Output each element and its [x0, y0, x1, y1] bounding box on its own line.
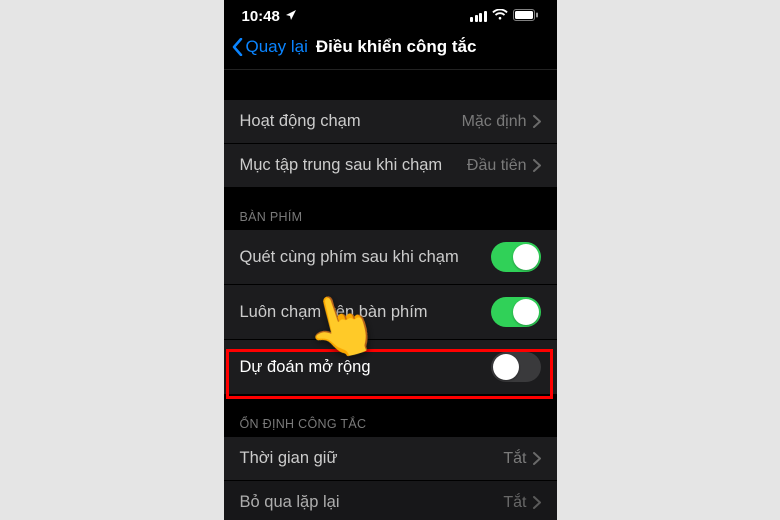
chevron-right-icon	[533, 115, 541, 128]
row-predict-expand: Dự đoán mở rộng	[224, 340, 557, 395]
row-ignore-repeat[interactable]: Bỏ qua lặp lại Tắt	[224, 481, 557, 520]
toggle-always-keyboard[interactable]	[491, 297, 541, 327]
row-value: Tắt	[503, 494, 540, 512]
section-header-stabilize: ỔN ĐỊNH CÔNG TẮC	[224, 395, 557, 437]
chevron-left-icon	[232, 38, 243, 56]
wifi-icon	[492, 8, 508, 25]
row-value-text: Đầu tiên	[467, 157, 527, 175]
status-right	[470, 8, 539, 25]
toggle-predict-expand[interactable]	[491, 352, 541, 382]
cellular-icon	[470, 11, 487, 22]
row-value-text: Mặc định	[462, 113, 527, 131]
row-value: Mặc định	[462, 113, 541, 131]
row-label: Hoạt động chạm	[240, 112, 361, 131]
row-always-keyboard: Luôn chạm trên bàn phím	[224, 285, 557, 340]
chevron-right-icon	[533, 159, 541, 172]
status-time: 10:48	[242, 8, 280, 25]
battery-icon	[513, 8, 539, 25]
toggle-scan-same-key[interactable]	[491, 242, 541, 272]
row-scan-same-key: Quét cùng phím sau khi chạm	[224, 230, 557, 285]
phone-screen: 10:48 Quay lại Điều khiển công tắc	[224, 0, 557, 520]
row-value-text: Tắt	[503, 494, 526, 512]
row-label: Bỏ qua lặp lại	[240, 493, 340, 512]
location-icon	[285, 8, 297, 25]
nav-bar: Quay lại Điều khiển công tắc	[224, 29, 557, 70]
row-label: Mục tập trung sau khi chạm	[240, 156, 443, 175]
back-label: Quay lại	[246, 37, 308, 57]
status-left: 10:48	[242, 8, 297, 25]
page-title: Điều khiển công tắc	[316, 37, 477, 57]
row-label: Dự đoán mở rộng	[240, 358, 371, 377]
row-value-text: Tắt	[503, 450, 526, 468]
row-value: Tắt	[503, 450, 540, 468]
status-bar: 10:48	[224, 0, 557, 29]
row-focus-after-touch[interactable]: Mục tập trung sau khi chạm Đầu tiên	[224, 144, 557, 188]
row-touch-action[interactable]: Hoạt động chạm Mặc định	[224, 100, 557, 144]
section-gap	[224, 70, 557, 100]
chevron-right-icon	[533, 452, 541, 465]
chevron-right-icon	[533, 496, 541, 509]
row-label: Quét cùng phím sau khi chạm	[240, 248, 459, 267]
row-hold-time[interactable]: Thời gian giữ Tắt	[224, 437, 557, 481]
back-button[interactable]: Quay lại	[232, 37, 308, 57]
row-value: Đầu tiên	[467, 157, 541, 175]
section-header-keyboard: BÀN PHÍM	[224, 188, 557, 230]
row-label: Thời gian giữ	[240, 449, 338, 468]
